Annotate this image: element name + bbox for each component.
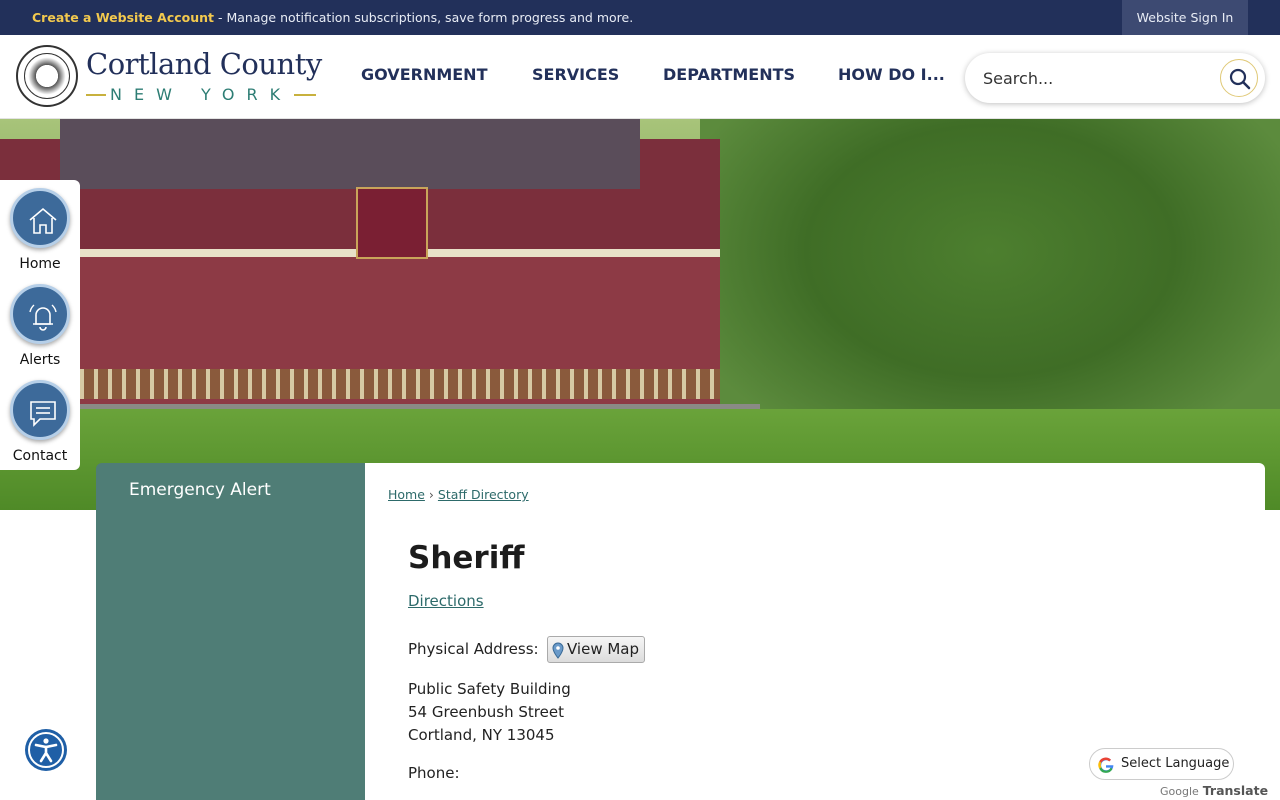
map-pin-icon [552, 642, 564, 659]
home-icon [29, 207, 57, 234]
accessibility-icon [28, 732, 64, 768]
county-seal-icon [16, 45, 78, 107]
chat-icon [30, 401, 56, 427]
address-line: 54 Greenbush Street [408, 703, 564, 721]
quick-link-label: Home [19, 256, 61, 272]
phone-label: Phone: [408, 764, 460, 782]
left-sidebar: Emergency Alert [96, 463, 365, 800]
nav-services[interactable]: SERVICES [532, 65, 619, 84]
view-map-label: View Map [567, 640, 640, 658]
language-select[interactable]: Select Language [1089, 748, 1234, 780]
google-label: Google [1160, 785, 1199, 798]
breadcrumb: Home › Staff Directory [388, 487, 529, 502]
google-icon [1098, 757, 1114, 773]
accessibility-button[interactable] [25, 729, 67, 771]
page-title: Sheriff [408, 540, 525, 576]
address-line: Public Safety Building [408, 680, 571, 698]
address-line: Cortland, NY 13045 [408, 726, 555, 744]
emergency-alert-link[interactable]: Emergency Alert [129, 480, 271, 500]
quick-links: Home Alerts Contact [0, 180, 80, 470]
account-promo: Create a Website Account - Manage notifi… [32, 10, 633, 25]
bell-icon [29, 304, 57, 331]
quick-link-label: Contact [12, 448, 68, 464]
top-bar: Create a Website Account - Manage notifi… [0, 0, 1280, 35]
search-icon [1229, 68, 1251, 90]
quick-link-label: Alerts [19, 352, 61, 368]
logo-title: Cortland County [86, 47, 322, 81]
nav-departments[interactable]: DEPARTMENTS [663, 65, 795, 84]
search-input[interactable] [983, 65, 1203, 91]
quick-link-home[interactable]: Home [0, 180, 80, 276]
search-box [965, 53, 1265, 103]
directions-link[interactable]: Directions [408, 592, 484, 610]
quick-link-contact[interactable]: Contact [0, 372, 80, 468]
site-header: Cortland County NEW YORK GOVERNMENT SERV… [0, 35, 1280, 119]
powered-by-translate[interactable]: Google Translate [1160, 783, 1268, 798]
account-promo-text: - Manage notification subscriptions, sav… [214, 10, 634, 25]
search-button[interactable] [1220, 59, 1258, 97]
site-logo[interactable]: Cortland County NEW YORK [16, 45, 322, 107]
select-language-label: Select Language [1121, 756, 1230, 771]
breadcrumb-staff-directory[interactable]: Staff Directory [438, 487, 529, 502]
quick-link-alerts[interactable]: Alerts [0, 276, 80, 372]
hero-image [0, 119, 1280, 510]
nav-government[interactable]: GOVERNMENT [361, 65, 487, 84]
sign-in-button[interactable]: Website Sign In [1122, 0, 1248, 35]
nav-how-do-i[interactable]: HOW DO I... [838, 65, 945, 84]
physical-address-label: Physical Address: [408, 640, 539, 658]
translate-label: Translate [1202, 783, 1269, 798]
create-account-link[interactable]: Create a Website Account [32, 10, 214, 25]
breadcrumb-home[interactable]: Home [388, 487, 425, 502]
breadcrumb-separator: › [428, 487, 434, 502]
view-map-button[interactable]: View Map [547, 636, 645, 663]
logo-subtitle: NEW YORK [110, 85, 293, 104]
